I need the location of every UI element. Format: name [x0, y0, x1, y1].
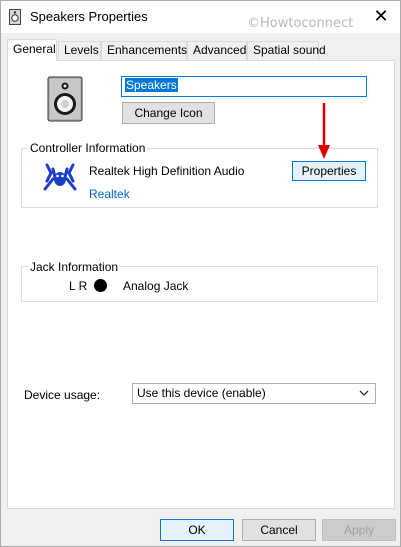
controller-info-label: Controller Information	[28, 141, 148, 155]
cancel-button[interactable]: Cancel	[242, 519, 316, 541]
tab-spatial-sound[interactable]: Spatial sound	[247, 41, 326, 60]
ok-button[interactable]: OK	[160, 519, 234, 541]
device-name-value: Speakers	[125, 78, 178, 92]
tab-advanced[interactable]: Advanced	[187, 41, 247, 60]
title-bar[interactable]: Speakers Properties ©Howtoconnect ✕	[1, 1, 400, 33]
jack-color-dot	[94, 279, 107, 292]
jack-info-label: Jack Information	[28, 260, 121, 274]
change-icon-button[interactable]: Change Icon	[122, 102, 215, 124]
device-usage-select[interactable]: Use this device (enable)	[132, 383, 376, 404]
tab-general[interactable]: General	[7, 39, 57, 61]
chevron-down-icon	[359, 390, 369, 396]
close-icon: ✕	[373, 5, 389, 26]
tab-enhancements[interactable]: Enhancements	[101, 41, 187, 60]
device-name-input[interactable]: Speakers	[121, 76, 367, 97]
red-arrow-icon	[318, 103, 330, 159]
window-title: Speakers Properties	[30, 9, 148, 24]
speaker-icon	[47, 76, 83, 122]
speakers-properties-dialog: Speakers Properties ©Howtoconnect ✕ Gene…	[0, 0, 401, 547]
apply-button[interactable]: Apply	[322, 519, 396, 541]
jack-channels: L R	[69, 279, 88, 293]
properties-button[interactable]: Properties	[292, 161, 366, 181]
controller-name: Realtek High Definition Audio	[89, 164, 245, 178]
tab-levels[interactable]: Levels	[58, 41, 101, 60]
jack-type: Analog Jack	[123, 279, 189, 293]
device-usage-label: Device usage:	[24, 388, 101, 402]
close-button[interactable]: ✕	[364, 1, 398, 31]
speaker-small-icon	[9, 9, 21, 25]
realtek-crab-icon	[43, 163, 77, 191]
device-usage-selected: Use this device (enable)	[137, 386, 266, 400]
vendor-link[interactable]: Realtek	[89, 187, 130, 201]
watermark: ©Howtoconnect	[247, 16, 354, 31]
